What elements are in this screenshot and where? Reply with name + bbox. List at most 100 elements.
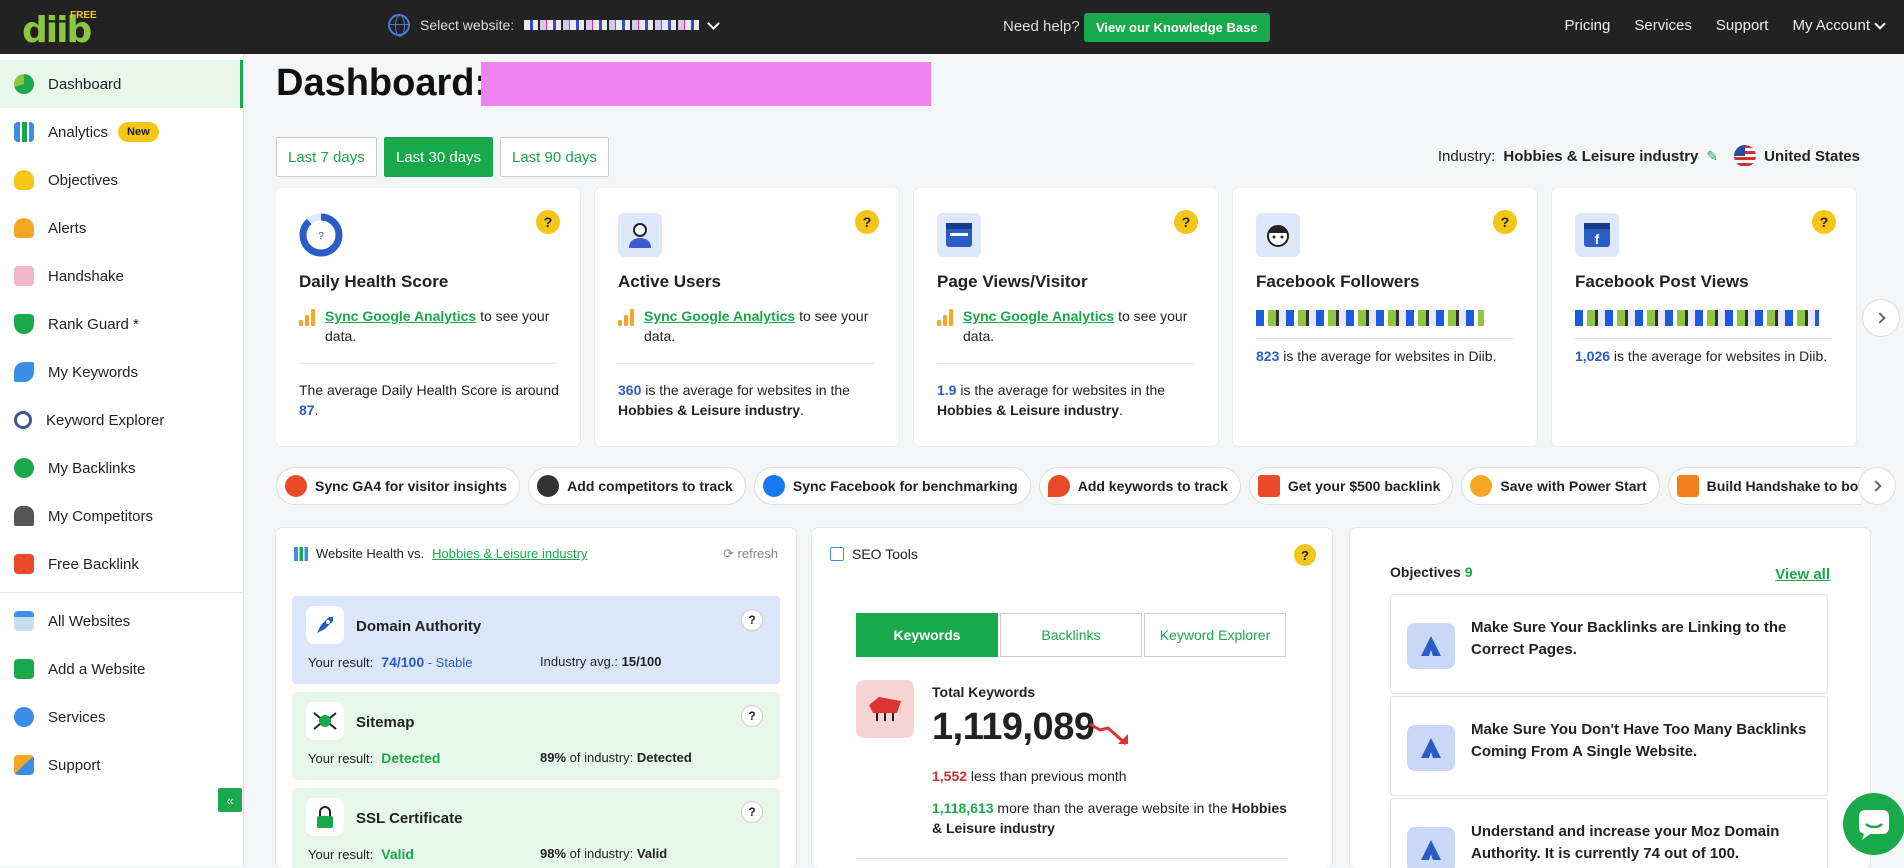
chip-power-start[interactable]: Save with Power Start	[1461, 467, 1660, 505]
sidebar-item-objectives[interactable]: Objectives	[0, 156, 243, 204]
sidebar-item-services[interactable]: Services	[0, 693, 243, 741]
help-icon[interactable]: ?	[1812, 210, 1836, 234]
chip-sync-ga4[interactable]: Sync GA4 for visitor insights	[276, 467, 521, 505]
sidebar-item-dashboard[interactable]: Dashboard	[0, 60, 243, 108]
sync-google-analytics-link[interactable]: Sync Google Analytics	[325, 308, 476, 324]
sidebar-item-keyword-explorer[interactable]: Keyword Explorer	[0, 396, 243, 444]
sidebar-item-handshake[interactable]: Handshake	[0, 252, 243, 300]
result-label: Your result:	[308, 847, 374, 862]
divider	[1575, 338, 1832, 339]
keywords-icon	[14, 362, 34, 382]
cards-next-arrow[interactable]	[1863, 300, 1899, 336]
footer-text: .	[314, 402, 319, 418]
sync-google-analytics-link[interactable]: Sync Google Analytics	[963, 308, 1114, 324]
help-icon[interactable]: ?	[742, 610, 762, 630]
websites-icon	[14, 611, 34, 631]
chat-button[interactable]	[1843, 793, 1904, 855]
objective-item[interactable]: Make Sure You Don't Have Too Many Backli…	[1390, 696, 1828, 796]
new-badge: New	[118, 122, 159, 142]
nav-pricing[interactable]: Pricing	[1565, 17, 1611, 34]
sidebar-item-my-keywords[interactable]: My Keywords	[0, 348, 243, 396]
card-title: Facebook Followers	[1256, 272, 1420, 291]
panel-title: Website Health vs.	[316, 546, 425, 561]
footer-text: .	[800, 402, 804, 418]
card-footer: The average Daily Health Score is around…	[299, 380, 560, 420]
chip-add-competitors[interactable]: Add competitors to track	[528, 467, 746, 505]
chip-build-handshake[interactable]: Build Handshake to boost	[1667, 467, 1861, 505]
objective-item[interactable]: Make Sure Your Backlinks are Linking to …	[1390, 594, 1828, 694]
sidebar-item-my-backlinks[interactable]: My Backlinks	[0, 444, 243, 492]
svg-text:?: ?	[318, 231, 324, 242]
metric-domain-authority: Domain Authority ? Your result: 74/100 - …	[292, 596, 780, 684]
card-active-users: ? Active Users Sync Google Analytics to …	[595, 188, 899, 446]
diib-logo[interactable]: diib FREE	[22, 6, 102, 51]
tab-keywords[interactable]: Keywords	[856, 613, 998, 657]
redacted-site-name	[481, 62, 931, 106]
result-value: Detected	[381, 750, 441, 766]
sidebar-item-alerts[interactable]: Alerts	[0, 204, 243, 252]
chevron-down-icon[interactable]	[707, 16, 721, 30]
metric-result: Your result: Valid	[308, 846, 414, 862]
sidebar-item-rank-guard[interactable]: Rank Guard *	[0, 300, 243, 348]
avg-value: 15/100	[621, 654, 662, 669]
help-icon[interactable]: ?	[1294, 544, 1316, 566]
footer-number: 823	[1256, 348, 1280, 364]
objectives-count: 9	[1464, 564, 1473, 580]
chip-get-backlink[interactable]: Get your $500 backlink	[1248, 467, 1454, 505]
services-icon	[14, 707, 34, 727]
footer-text: is the average for websites in the	[956, 382, 1166, 398]
card-title: Daily Health Score	[299, 272, 449, 291]
range-last-30-days[interactable]: Last 30 days	[384, 137, 494, 177]
avg-value: Valid	[636, 846, 668, 861]
help-icon[interactable]: ?	[855, 210, 879, 234]
less-text: less than previous month	[967, 768, 1127, 784]
sidebar-item-label: Handshake	[48, 267, 124, 285]
divider	[937, 363, 1194, 364]
chip-sync-facebook[interactable]: Sync Facebook for benchmarking	[753, 467, 1031, 505]
knowledge-base-button[interactable]: View our Knowledge Base	[1084, 13, 1270, 42]
tab-keyword-explorer[interactable]: Keyword Explorer	[1144, 613, 1286, 657]
objective-item[interactable]: Understand and increase your Moz Domain …	[1390, 798, 1828, 868]
metric-industry-avg: 98% of industry: Valid	[540, 846, 667, 861]
footer-text: The average Daily Health Score is around	[299, 382, 559, 398]
sidebar-item-free-backlink[interactable]: Free Backlink	[0, 540, 243, 588]
help-icon[interactable]: ?	[742, 706, 762, 726]
chip-add-keywords[interactable]: Add keywords to track	[1038, 467, 1241, 505]
view-all-link[interactable]: View all	[1775, 566, 1830, 583]
chips-next-arrow[interactable]	[1859, 468, 1895, 504]
help-icon[interactable]: ?	[536, 210, 560, 234]
range-last-7-days[interactable]: Last 7 days	[276, 137, 377, 177]
sidebar-item-analytics[interactable]: Analytics New	[0, 108, 243, 156]
sidebar-item-all-websites[interactable]: All Websites	[0, 597, 243, 645]
avg-percent: 98%	[540, 846, 567, 861]
metric-title: Sitemap	[356, 714, 415, 731]
industry-link[interactable]: Hobbies & Leisure industry	[432, 546, 587, 561]
face-icon	[1256, 213, 1300, 257]
result-label: Your result:	[308, 655, 374, 670]
sidebar-item-label: Dashboard	[48, 75, 122, 93]
refresh-button[interactable]: ⟳ refresh	[723, 546, 778, 562]
tab-backlinks[interactable]: Backlinks	[1000, 613, 1142, 657]
help-icon[interactable]: ?	[1174, 210, 1198, 234]
chip-label: Sync Facebook for benchmarking	[792, 478, 1018, 494]
edit-icon[interactable]: ✎	[1706, 148, 1718, 165]
nav-support[interactable]: Support	[1716, 17, 1769, 34]
footer-number: 87	[299, 402, 315, 418]
range-last-90-days[interactable]: Last 90 days	[500, 137, 610, 177]
nav-services[interactable]: Services	[1634, 17, 1692, 34]
sidebar-item-my-competitors[interactable]: My Competitors	[0, 492, 243, 540]
less-than-previous: 1,552 less than previous month	[932, 768, 1127, 784]
collapse-sidebar-button[interactable]: «	[218, 788, 242, 812]
sync-google-analytics-link[interactable]: Sync Google Analytics	[644, 308, 795, 324]
website-selector[interactable]: Select website:	[388, 14, 721, 37]
user-icon	[618, 213, 662, 257]
card-title: Facebook Post Views	[1575, 272, 1749, 291]
nav-my-account[interactable]: My Account	[1792, 17, 1886, 34]
help-icon[interactable]: ?	[1493, 210, 1517, 234]
sidebar-item-support[interactable]: Support	[0, 741, 243, 789]
help-icon[interactable]: ?	[742, 802, 762, 822]
sidebar-item-label: Keyword Explorer	[46, 411, 165, 429]
card-daily-health-score: ? ? Daily Health Score Sync Google Analy…	[276, 188, 580, 446]
sidebar-item-add-website[interactable]: Add a Website	[0, 645, 243, 693]
sidebar-item-label: Alerts	[48, 219, 87, 237]
